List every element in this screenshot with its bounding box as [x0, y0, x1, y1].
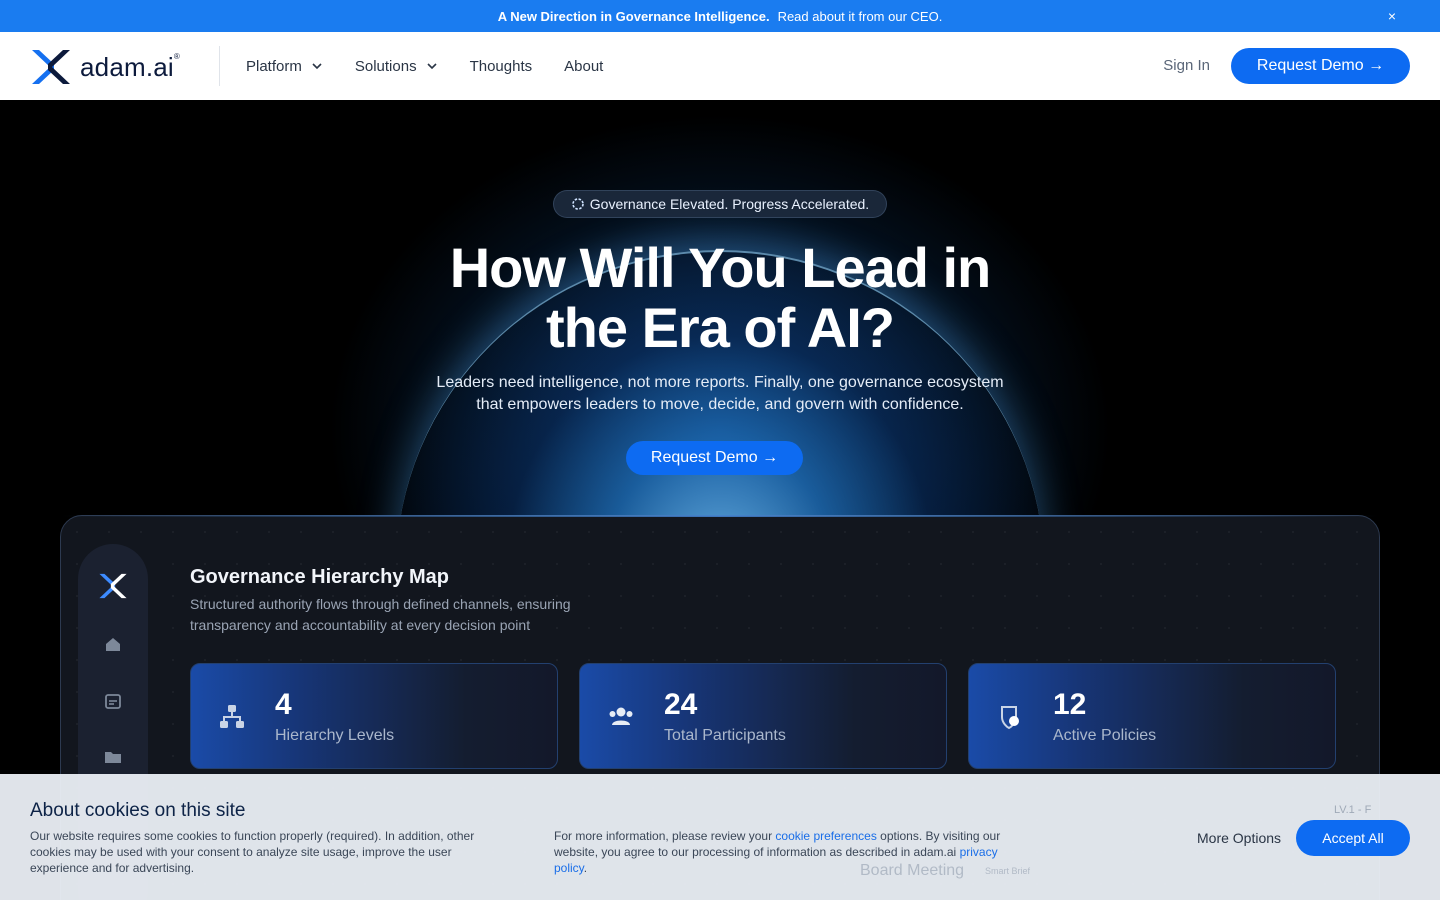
- cookie-text-required: Our website requires some cookies to fun…: [30, 829, 475, 875]
- hero-title: How Will You Lead in the Era of AI?: [449, 236, 992, 359]
- chevron-down-icon: [312, 63, 322, 70]
- hierarchy-icon: [220, 705, 244, 728]
- stat-label: Total Participants: [664, 727, 786, 744]
- more-options-button[interactable]: More Options: [1197, 830, 1281, 846]
- adam-logo-icon: [99, 573, 127, 599]
- cookie-banner: LV.1 - F Board Meeting Smart Brief About…: [0, 774, 1440, 900]
- stat-label: Hierarchy Levels: [275, 727, 395, 744]
- cookie-text-info: For more information, please review your…: [554, 829, 1001, 875]
- stat-value: 12: [1053, 688, 1087, 721]
- announcement-bar: A New Direction in Governance Intelligen…: [0, 0, 1440, 32]
- users-icon: [609, 707, 633, 725]
- hero-request-demo-button[interactable]: Request Demo →: [626, 441, 803, 475]
- dashboard-title: Governance Hierarchy Map: [190, 566, 449, 588]
- cookie-preferences-link[interactable]: cookie preferences: [775, 829, 876, 843]
- request-demo-button[interactable]: Request Demo →: [1231, 48, 1410, 84]
- calendar-icon[interactable]: [103, 691, 123, 711]
- stat-value: 4: [275, 688, 292, 721]
- logo-text: adam.ai®: [80, 51, 181, 82]
- faded-level-label: LV.1 - F: [1334, 804, 1372, 816]
- home-icon[interactable]: [103, 634, 123, 654]
- announcement-link[interactable]: Read about it from our CEO.: [778, 9, 943, 24]
- accept-all-button[interactable]: Accept All: [1296, 820, 1410, 856]
- close-icon[interactable]: ×: [1384, 8, 1400, 24]
- spark-icon: [571, 198, 584, 210]
- stat-card-policies[interactable]: 12 Active Policies: [968, 663, 1336, 769]
- sign-in-link[interactable]: Sign In: [1163, 57, 1210, 74]
- arrow-right-icon: →: [762, 449, 779, 466]
- nav-solutions[interactable]: Solutions: [355, 58, 438, 75]
- announcement-headline: A New Direction in Governance Intelligen…: [497, 8, 770, 24]
- policy-shield-icon: [1001, 706, 1019, 730]
- top-navigation: adam.ai® Platform Solutions Thoughts Abo…: [0, 32, 1440, 100]
- stat-card-hierarchy[interactable]: 4 Hierarchy Levels: [190, 663, 558, 769]
- cookie-title: About cookies on this site: [30, 800, 246, 821]
- stat-card-participants[interactable]: 24 Total Participants: [579, 663, 947, 769]
- stat-value: 24: [664, 688, 698, 721]
- logo[interactable]: adam.ai®: [30, 48, 180, 86]
- chevron-down-icon: [427, 63, 437, 70]
- nav-thoughts[interactable]: Thoughts: [470, 58, 533, 75]
- hero-subtitle: Leaders need intelligence, not more repo…: [436, 374, 1004, 413]
- stat-label: Active Policies: [1053, 727, 1157, 744]
- tagline-pill: Governance Elevated. Progress Accelerate…: [553, 190, 887, 218]
- folder-icon[interactable]: [103, 747, 123, 767]
- adam-logo-icon: [32, 50, 70, 84]
- dashboard-description: Structured authority flows through defin…: [190, 596, 571, 633]
- arrow-right-icon: →: [1368, 57, 1385, 74]
- nav-platform[interactable]: Platform: [246, 58, 323, 75]
- nav-about[interactable]: About: [564, 58, 603, 75]
- nav-divider: [219, 46, 220, 86]
- nav-links: Platform Solutions Thoughts About: [246, 32, 635, 100]
